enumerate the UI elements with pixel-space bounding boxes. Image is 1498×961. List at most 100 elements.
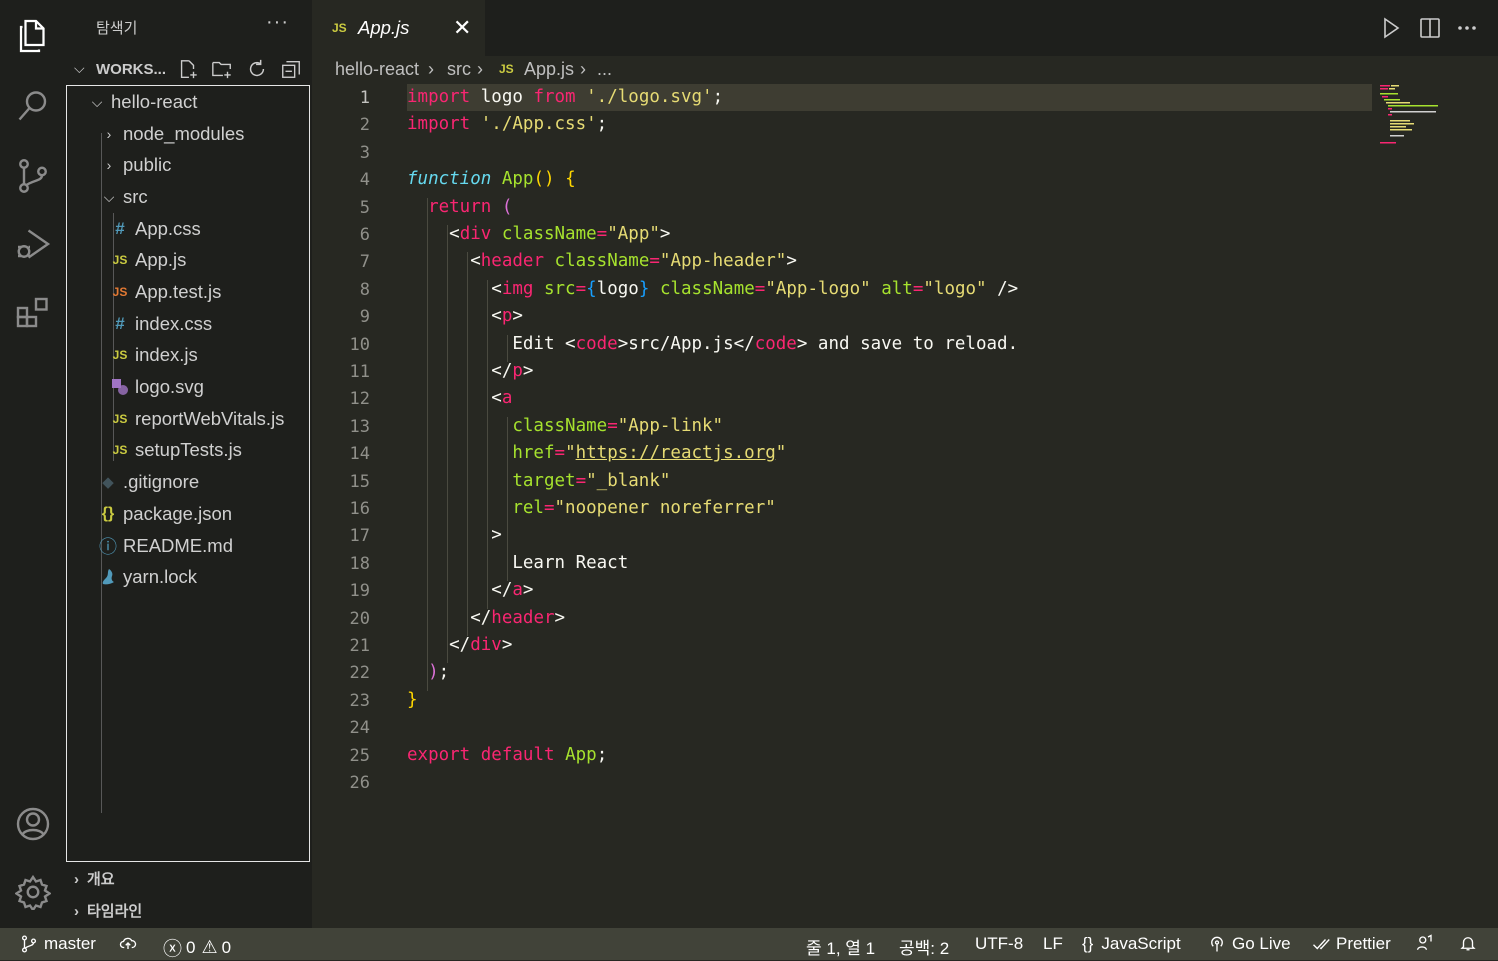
tree-folder-src[interactable]: ⌵ src [67, 182, 345, 212]
code-line: </a> [407, 580, 534, 601]
code-line: import logo from './logo.svg'; [407, 87, 724, 107]
line-number: 19 [349, 581, 370, 602]
indent-guide [487, 279, 488, 609]
branch-status[interactable]: master [20, 934, 96, 954]
js-file-icon: JS [332, 21, 347, 35]
source-control-icon[interactable] [0, 148, 66, 204]
timeline-section[interactable]: › 타임라인 [74, 900, 142, 921]
code-line: <img src={logo} className="App-logo" alt… [407, 278, 1019, 299]
split-editor-icon[interactable] [1418, 16, 1442, 40]
code-line: </header> [407, 607, 566, 628]
breadcrumb-item[interactable]: hello-react [335, 59, 419, 80]
go-live-label: Go Live [1232, 934, 1291, 953]
tree-file-yarn-lock[interactable]: yarn.lock [67, 562, 343, 592]
code-line: ); [428, 662, 450, 683]
line-number: 22 [349, 663, 370, 684]
line-number: 4 [359, 170, 370, 191]
code-line: } [407, 689, 418, 710]
error-icon: ⓧ [163, 939, 183, 960]
git-branch-icon [21, 935, 37, 953]
code-line: href="https://reactjs.org" [512, 443, 787, 464]
line-number: 10 [349, 334, 370, 355]
refresh-icon[interactable] [246, 58, 268, 80]
workspace-title: WORKS... [96, 61, 166, 78]
breadcrumb-item[interactable]: src [447, 59, 471, 80]
more-actions-icon[interactable] [1455, 16, 1479, 40]
breadcrumb-item[interactable]: App.js [524, 59, 574, 80]
warning-count: 0 [221, 937, 232, 957]
code-line: className="App-link" [512, 415, 724, 436]
feedback-icon[interactable] [1416, 934, 1440, 952]
code-line: </div> [407, 635, 513, 655]
chevron-down-icon: ⌵ [74, 60, 85, 76]
js-file-icon: JS [112, 253, 128, 267]
new-file-icon[interactable] [177, 58, 199, 80]
code-line: import './App.css'; [407, 114, 608, 135]
code-line: return ( [428, 196, 513, 217]
eol-status[interactable]: LF [1043, 934, 1063, 954]
chevron-down-icon: ⌵ [91, 93, 103, 110]
chevron-right-icon: › [477, 59, 483, 79]
line-number: 2 [359, 115, 370, 136]
tree-item-label: App.js [135, 249, 187, 270]
status-bar: master ⓧ 0 ⚠ 0 줄 1, 열 1 공백: 2 UTF-8 LF {… [0, 928, 1498, 960]
error-count: 0 [186, 937, 196, 957]
explorer-sidebar: 탐색기 ··· ⌵ WORKS... ⌵ hello-react › node_… [66, 0, 312, 928]
indent-guide [507, 416, 508, 582]
outline-section[interactable]: › 개요 [74, 868, 115, 889]
tree-item-label: index.css [135, 313, 213, 334]
svg-file-icon [111, 378, 129, 396]
tab-app-js[interactable]: JS App.js ✕ [312, 0, 485, 56]
tree-folder-hello-react[interactable]: ⌵ hello-react [67, 87, 333, 117]
more-actions-icon[interactable]: ··· [266, 11, 289, 34]
language-mode[interactable]: {} JavaScript [1082, 934, 1181, 954]
breadcrumb-item[interactable]: ... [597, 59, 612, 80]
settings-gear-icon[interactable] [0, 864, 66, 920]
tree-file-readme-md[interactable]: ⓘ README.md [67, 531, 343, 561]
close-icon[interactable]: ✕ [453, 15, 471, 41]
encoding-status[interactable]: UTF-8 [975, 934, 1023, 954]
line-number: 20 [349, 608, 370, 629]
tree-file-package-json[interactable]: {} package.json [67, 499, 343, 529]
yarn-file-icon [99, 568, 117, 586]
code-line: Edit <code>src/App.js</code> and save to… [407, 333, 1019, 354]
js-test-file-icon: JS [112, 285, 128, 299]
code-line: rel="noopener noreferrer" [512, 498, 776, 518]
tree-folder-public[interactable]: › public [67, 150, 345, 180]
line-number: 12 [349, 389, 370, 410]
run-debug-icon[interactable] [0, 216, 66, 272]
prettier-label: Prettier [1336, 934, 1391, 953]
chevron-right-icon: › [106, 126, 112, 142]
notifications-bell-icon[interactable] [1459, 934, 1483, 952]
info-file-icon: ⓘ [99, 537, 117, 557]
tree-item-label: package.json [123, 503, 233, 524]
workspace-header[interactable]: ⌵ WORKS... [66, 56, 312, 84]
problems-status[interactable]: ⓧ 0 ⚠ 0 [163, 934, 231, 961]
collapse-all-icon[interactable] [280, 58, 302, 80]
chevron-right-icon: › [74, 903, 79, 920]
cursor-position[interactable]: 줄 1, 열 1 [806, 934, 875, 959]
account-icon[interactable] [0, 796, 66, 852]
extensions-icon[interactable] [0, 286, 66, 342]
js-file-icon: JS [112, 443, 128, 457]
tree-item-label: yarn.lock [123, 566, 198, 587]
search-icon[interactable] [0, 78, 66, 134]
line-number: 21 [349, 636, 370, 656]
explorer-icon[interactable] [0, 8, 66, 64]
line-number: 15 [349, 471, 370, 492]
minimap[interactable] [1378, 84, 1442, 144]
tree-file-gitignore[interactable]: ◆ .gitignore [67, 467, 343, 497]
prettier-status[interactable]: Prettier [1312, 934, 1391, 954]
line-number: 23 [349, 690, 370, 711]
sync-status[interactable] [119, 934, 143, 952]
line-number: 7 [359, 252, 370, 273]
go-live-button[interactable]: Go Live [1208, 934, 1291, 954]
run-icon[interactable] [1379, 16, 1403, 40]
code-editor[interactable]: 1 2 3 4 5 6 7 8 9 10 11 12 13 14 15 16 17 18 19 20 21 22 23 24 2… [312, 84, 1498, 928]
indentation-status[interactable]: 공백: 2 [899, 934, 949, 959]
tree-item-label: node_modules [123, 123, 245, 144]
tree-item-label: index.js [135, 344, 198, 365]
tree-folder-node-modules[interactable]: › node_modules [67, 119, 345, 149]
indent-guide [507, 334, 508, 362]
new-folder-icon[interactable] [211, 58, 233, 80]
